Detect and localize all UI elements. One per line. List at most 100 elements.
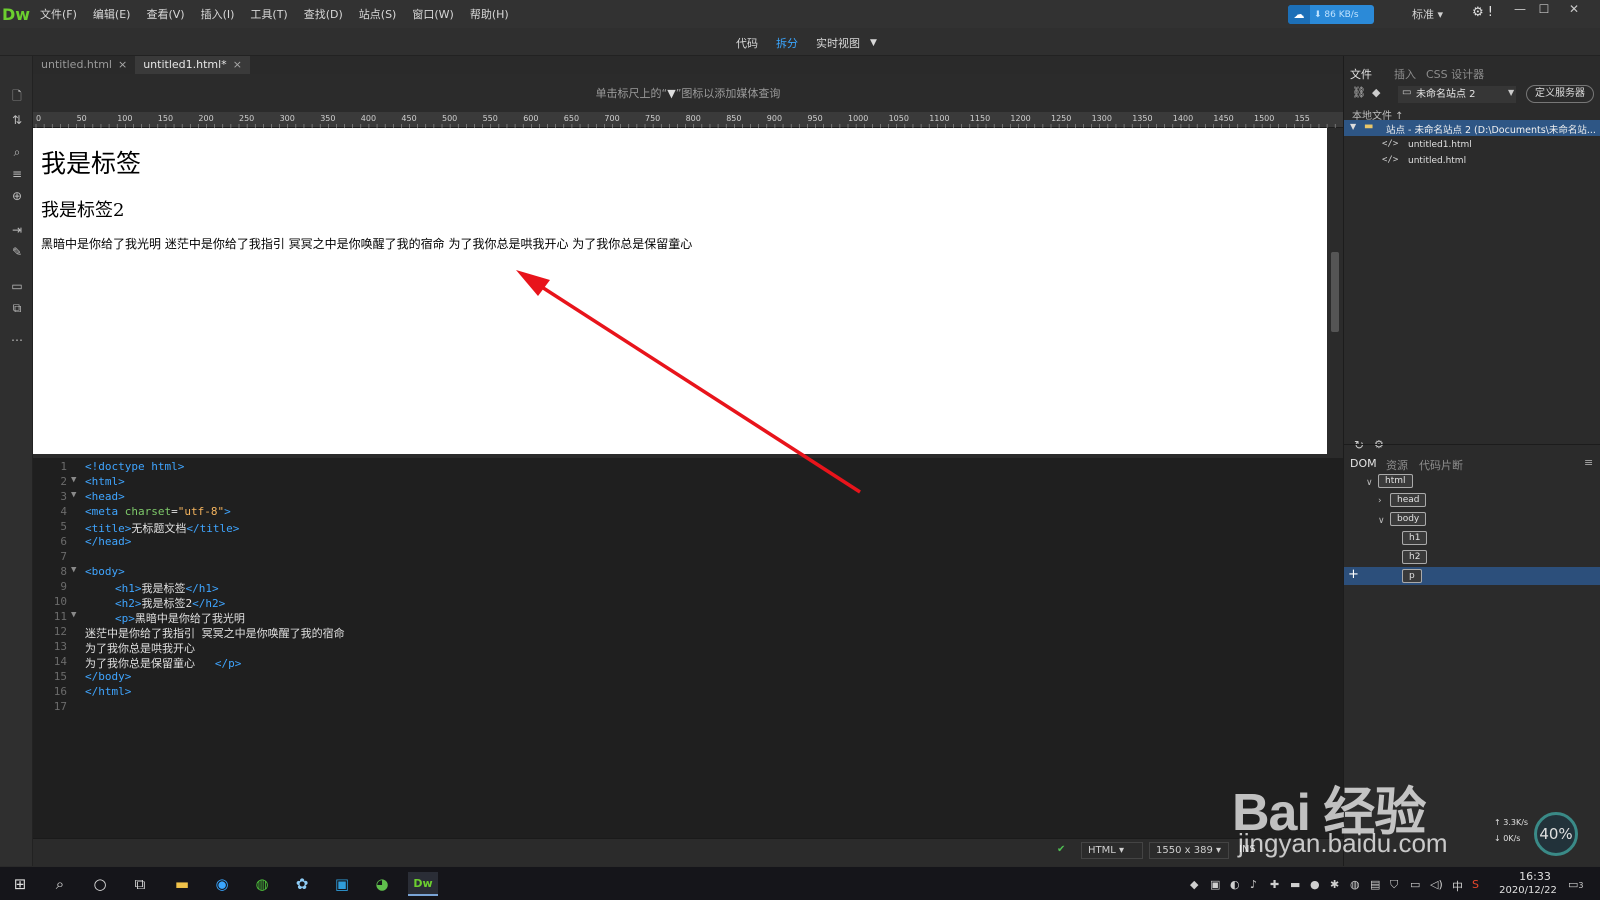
dreamweaver-taskbar-icon[interactable]: Dw <box>408 872 438 896</box>
menu-help[interactable]: 帮助(H) <box>462 6 517 22</box>
snippet-icon[interactable]: ⧉ <box>9 300 25 316</box>
tab-dom[interactable]: DOM <box>1350 457 1377 470</box>
menu-find[interactable]: 查找(D) <box>296 6 351 22</box>
define-server-button[interactable]: 定义服务器 <box>1526 85 1594 103</box>
workspace-switcher[interactable]: 标准 ▾ <box>1412 6 1443 22</box>
code-line[interactable]: 8 ▼ <body> <box>33 565 1333 580</box>
shield-icon[interactable]: ⛉ <box>1390 878 1398 892</box>
chevron-right-icon[interactable]: › <box>1378 496 1382 506</box>
tray-icon[interactable]: ✱ <box>1330 878 1339 891</box>
tab-insert[interactable]: 插入 <box>1394 66 1416 82</box>
media-query-bar[interactable]: 单击标尺上的“▼”图标以添加媒体查询 <box>33 74 1343 114</box>
code-line[interactable]: 1 <!doctype html> <box>33 460 1333 475</box>
code-line[interactable]: 6 </head> <box>33 535 1333 550</box>
connect-icon[interactable]: ⛓ <box>1352 86 1366 99</box>
minimize-icon[interactable]: — <box>1508 2 1532 16</box>
refresh-icon[interactable]: ↻ <box>1354 438 1364 452</box>
add-icon[interactable]: + <box>1348 567 1359 582</box>
more-icon[interactable]: ⋯ <box>9 332 25 348</box>
tab-snippets[interactable]: 代码片断 <box>1419 457 1463 473</box>
tray-icon[interactable]: ◐ <box>1230 878 1240 891</box>
code-line[interactable]: 4 <meta charset="utf-8"> <box>33 505 1333 520</box>
tray-icon[interactable]: ▤ <box>1370 878 1380 891</box>
wechat-tray-icon[interactable]: ◍ <box>1350 878 1360 891</box>
code-line[interactable]: 16 </html> <box>33 685 1333 700</box>
code-line[interactable]: 2 ▼ <html> <box>33 475 1333 490</box>
indent-icon[interactable]: ⇥ <box>9 222 25 238</box>
search-icon[interactable]: ⌕ <box>48 872 72 896</box>
tray-icon[interactable]: ▬ <box>1290 878 1300 891</box>
dom-selected-row[interactable]: + p <box>1344 567 1600 585</box>
inspect-icon[interactable]: ⌕ <box>9 144 25 160</box>
code-line[interactable]: 10 <h2>我是标签2</h2> <box>33 595 1333 610</box>
site-select[interactable]: 未命名站点 2 <box>1398 86 1516 103</box>
target-icon[interactable]: ⊕ <box>9 188 25 204</box>
code-line[interactable]: 13 为了我你总是哄我开心 <box>33 640 1333 655</box>
heading-h1[interactable]: 我是标签 <box>41 144 141 180</box>
menu-view[interactable]: 查看(V) <box>138 6 192 22</box>
cloud-sync-widget[interactable]: ☁ ⬇ 86 KB/s <box>1288 5 1374 24</box>
code-line[interactable]: 11 ▼ <p>黑暗中是你给了我光明 <box>33 610 1333 625</box>
clock-time[interactable]: 16:33 <box>1510 870 1560 883</box>
network-icon[interactable]: ▭ <box>1410 878 1420 891</box>
fold-toggle-icon[interactable]: ▼ <box>71 490 76 500</box>
scroll-thumb[interactable] <box>1331 252 1339 332</box>
windows-start-icon[interactable]: ⊞ <box>8 872 32 896</box>
dom-node-html[interactable]: html <box>1378 474 1413 488</box>
tab-untitled1[interactable]: untitled1.html* × <box>135 56 250 74</box>
sort-icon[interactable]: ⇅ <box>9 112 25 128</box>
tray-icon[interactable]: ▣ <box>1210 878 1220 891</box>
network-gauge[interactable]: 40% <box>1534 812 1578 856</box>
close-tab-icon[interactable]: × <box>233 58 242 71</box>
dom-node-body[interactable]: body <box>1390 512 1427 526</box>
git-icon[interactable]: ◆ <box>1372 86 1380 99</box>
dom-node-head[interactable]: head <box>1390 493 1427 507</box>
clock-date[interactable]: 2020/12/22 <box>1496 885 1560 896</box>
tab-assets[interactable]: 资源 <box>1386 457 1408 473</box>
notification-icon[interactable]: ▭3 <box>1568 878 1584 891</box>
fold-toggle-icon[interactable]: ▼ <box>71 610 76 620</box>
tab-css-designer[interactable]: CSS 设计器 <box>1426 66 1484 82</box>
app-icon[interactable]: ◕ <box>370 872 394 896</box>
close-icon[interactable]: ✕ <box>1562 2 1586 16</box>
brush-icon[interactable]: ✎ <box>9 244 25 260</box>
file-row[interactable]: </> untitled.html <box>1344 154 1600 170</box>
live-view-button[interactable]: 实时视图 <box>816 35 860 51</box>
app-icon[interactable]: ✿ <box>290 872 314 896</box>
menu-insert[interactable]: 插入(I) <box>193 6 243 22</box>
code-line[interactable]: 14 为了我你总是保留童心 </p> <box>33 655 1333 670</box>
code-line[interactable]: 17 <box>33 700 1333 715</box>
ruler[interactable]: 0 50 100 150 200 250 300 350 400 450 500 550 600 650 7… <box>33 112 1343 128</box>
file-icon[interactable]: 🗋 <box>9 88 25 104</box>
panel-menu-icon[interactable]: ≡ <box>1584 456 1593 469</box>
design-view[interactable]: 我是标签 我是标签2 黑暗中是你给了我光明 迷茫中是你给了我指引 冥冥之中是你唤… <box>33 128 1327 454</box>
code-line[interactable]: 12 迷茫中是你给了我指引 冥冥之中是你唤醒了我的宿命 <box>33 625 1333 640</box>
comment-icon[interactable]: ▭ <box>9 278 25 294</box>
window-size-select[interactable]: 1550 x 389 ▾ <box>1149 842 1229 859</box>
menu-edit[interactable]: 编辑(E) <box>85 6 139 22</box>
code-line[interactable]: 3 ▼ <head> <box>33 490 1333 505</box>
tray-icon[interactable]: ● <box>1310 878 1320 891</box>
menu-file[interactable]: 文件(F) <box>32 6 85 22</box>
code-line[interactable]: 9 <h1>我是标签</h1> <box>33 580 1333 595</box>
ime-indicator[interactable]: 中 <box>1452 878 1463 894</box>
tab-untitled[interactable]: untitled.html × <box>33 56 135 74</box>
browser-icon[interactable]: ◉ <box>210 872 234 896</box>
fold-toggle-icon[interactable]: ▼ <box>71 565 76 575</box>
menu-window[interactable]: 窗口(W) <box>404 6 461 22</box>
design-scrollbar[interactable] <box>1327 128 1343 454</box>
sogou-icon[interactable]: S <box>1472 878 1479 891</box>
dom-node-h2[interactable]: h2 <box>1402 550 1428 564</box>
code-view[interactable]: 1 <!doctype html> 2 ▼ <html> 3 ▼ <head> 4 <meta c… <box>33 458 1343 838</box>
language-select[interactable]: HTML ▾ <box>1081 842 1143 859</box>
code-line[interactable]: 5 <title>无标题文档</title> <box>33 520 1333 535</box>
file-row[interactable]: </> untitled1.html <box>1344 138 1600 154</box>
maximize-icon[interactable]: ☐ <box>1532 2 1556 16</box>
split-view-button[interactable]: 拆分 <box>776 35 798 51</box>
menu-tools[interactable]: 工具(T) <box>242 6 295 22</box>
gear-icon[interactable]: ⚙ ! <box>1472 5 1493 20</box>
explorer-icon[interactable]: ▬ <box>170 872 194 896</box>
code-line[interactable]: 7 <box>33 550 1333 565</box>
paragraph[interactable]: 黑暗中是你给了我光明 迷茫中是你给了我指引 冥冥之中是你唤醒了我的宿命 为了我你… <box>41 235 692 252</box>
tray-icon[interactable]: ✚ <box>1270 878 1279 891</box>
